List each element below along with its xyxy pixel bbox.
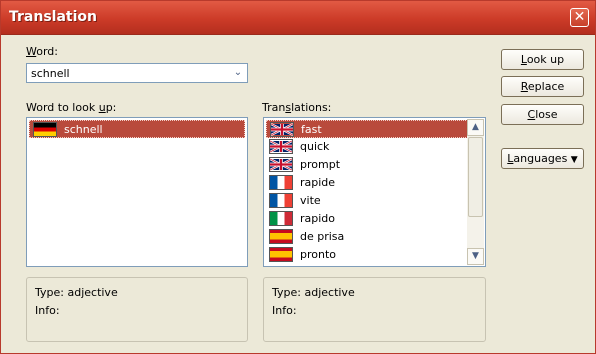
translation-dialog: Translation ✕ Word: schnell ⌄ Word to lo… bbox=[0, 0, 596, 354]
close-window-button[interactable]: ✕ bbox=[570, 8, 589, 27]
scroll-thumb[interactable] bbox=[468, 137, 483, 217]
languages-button[interactable]: Languages ▼ bbox=[501, 148, 584, 169]
close-icon: ✕ bbox=[573, 9, 586, 25]
translations-list[interactable]: fast quick prompt rapide vite rapido de … bbox=[263, 117, 486, 267]
list-item[interactable]: rapide bbox=[266, 174, 468, 192]
translation-info-panel: Type: adjective Info: bbox=[263, 277, 486, 342]
translations-scrollbar[interactable]: ▲ ▼ bbox=[467, 119, 484, 265]
list-item[interactable]: de prisa bbox=[266, 228, 468, 246]
word-label: Word: bbox=[26, 45, 58, 58]
uk-flag-icon bbox=[270, 122, 294, 137]
list-item[interactable]: rapido bbox=[266, 210, 468, 228]
france-flag-icon bbox=[269, 193, 293, 208]
title-bar: Translation ✕ bbox=[1, 1, 595, 35]
word-value: schnell bbox=[31, 67, 70, 80]
replace-button[interactable]: Replace bbox=[501, 76, 584, 97]
close-button[interactable]: Close bbox=[501, 104, 584, 125]
translation-type-text: Type: adjective bbox=[272, 286, 355, 299]
word-type-text: Type: adjective bbox=[35, 286, 118, 299]
word-lookup-list[interactable]: schnell bbox=[26, 117, 248, 267]
word-info-panel: Type: adjective Info: bbox=[26, 277, 248, 342]
spain-flag-icon bbox=[269, 247, 293, 262]
dropdown-arrow-icon: ▼ bbox=[570, 155, 578, 165]
dialog-title: Translation bbox=[9, 9, 97, 25]
spain-flag-icon bbox=[269, 229, 293, 244]
list-item[interactable]: fast bbox=[266, 120, 468, 138]
list-item[interactable]: pronto bbox=[266, 246, 468, 264]
list-item[interactable]: schnell bbox=[29, 120, 245, 138]
list-item[interactable]: vite bbox=[266, 192, 468, 210]
look-up-button[interactable]: Look up bbox=[501, 49, 584, 70]
word-combobox[interactable]: schnell ⌄ bbox=[26, 63, 248, 83]
translation-info-text: Info: bbox=[272, 304, 297, 317]
uk-flag-icon bbox=[269, 139, 293, 154]
translations-label: Translations: bbox=[262, 101, 332, 114]
scroll-up-button[interactable]: ▲ bbox=[467, 119, 484, 136]
word-to-look-up-label: Word to look up: bbox=[26, 101, 117, 114]
list-item[interactable]: quick bbox=[266, 138, 468, 156]
chevron-down-icon[interactable]: ⌄ bbox=[232, 67, 244, 79]
uk-flag-icon bbox=[269, 157, 293, 172]
scroll-down-button[interactable]: ▼ bbox=[467, 248, 484, 265]
germany-flag-icon bbox=[33, 122, 57, 137]
list-item[interactable]: prompt bbox=[266, 156, 468, 174]
france-flag-icon bbox=[269, 175, 293, 190]
word-info-text: Info: bbox=[35, 304, 60, 317]
italy-flag-icon bbox=[269, 211, 293, 226]
